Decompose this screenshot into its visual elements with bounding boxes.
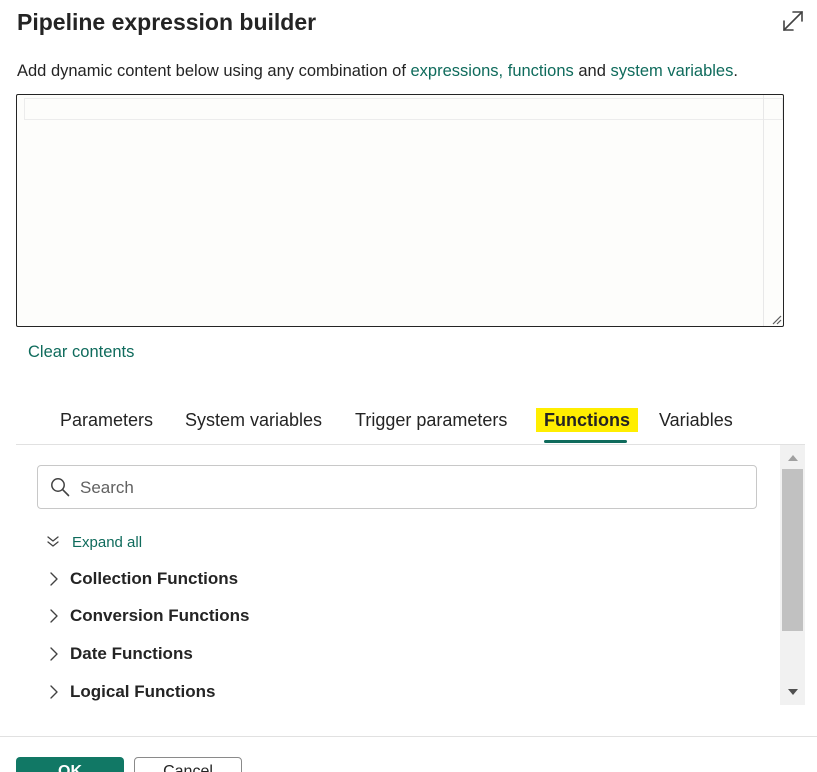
tab-label: Trigger parameters: [355, 410, 508, 430]
tree-item-label: Logical Functions: [70, 682, 216, 701]
tab-trigger-parameters[interactable]: Trigger parameters: [355, 408, 507, 432]
tree-item-date-functions[interactable]: Date Functions: [48, 641, 193, 667]
chevron-right-icon: [50, 685, 58, 699]
tab-label: Parameters: [60, 410, 154, 430]
tab-label: Variables: [659, 410, 733, 430]
expand-all-button[interactable]: Expand all: [46, 531, 142, 553]
footer-divider: [0, 736, 817, 737]
tab-system-variables[interactable]: System variables: [185, 408, 322, 432]
search-box[interactable]: [37, 465, 757, 509]
expression-editor[interactable]: [16, 94, 784, 327]
active-tab-indicator: [544, 440, 627, 443]
system-variables-link[interactable]: system variables: [610, 62, 733, 80]
description-prefix: Add dynamic content below using any comb…: [17, 62, 411, 80]
expand-dialog-button[interactable]: [778, 6, 808, 36]
tab-functions[interactable]: Functions: [536, 408, 638, 432]
expand-diagonal-icon: [783, 11, 803, 31]
scrollbar-thumb[interactable]: [782, 469, 803, 631]
search-input[interactable]: [78, 472, 742, 504]
resize-handle-icon[interactable]: [770, 313, 782, 325]
expand-all-label: Expand all: [72, 533, 143, 551]
tree-item-conversion-functions[interactable]: Conversion Functions: [48, 603, 249, 629]
clear-contents-link[interactable]: Clear contents: [28, 341, 134, 363]
tree-item-collection-functions[interactable]: Collection Functions: [48, 566, 238, 592]
current-line-highlight: [24, 98, 783, 120]
functions-link[interactable]: functions: [508, 62, 574, 80]
expression-builder-dialog: Pipeline expression builder Add dynamic …: [0, 0, 817, 772]
chevron-right-icon: [50, 609, 58, 623]
tab-variables[interactable]: Variables: [659, 408, 733, 432]
expressions-link[interactable]: expressions,: [411, 62, 504, 80]
functions-panel: Expand all Collection Functions Conversi…: [16, 445, 805, 706]
chevron-right-icon: [50, 647, 58, 661]
tree-item-label: Conversion Functions: [70, 606, 250, 625]
ok-button[interactable]: OK: [16, 757, 124, 772]
search-icon: [51, 478, 70, 497]
chevron-right-icon: [50, 572, 58, 586]
tree-item-label: Date Functions: [70, 644, 193, 663]
triangle-down-icon: [787, 689, 798, 695]
dialog-description: Add dynamic content below using any comb…: [17, 60, 738, 82]
tab-parameters[interactable]: Parameters: [60, 408, 153, 432]
description-middle: and: [573, 62, 611, 80]
scroll-up-button[interactable]: [780, 447, 805, 469]
tree-item-logical-functions[interactable]: Logical Functions: [48, 679, 215, 705]
cancel-button[interactable]: Cancel: [134, 757, 242, 772]
description-suffix: .: [733, 62, 738, 80]
tree-item-label: Collection Functions: [70, 569, 239, 588]
dialog-title: Pipeline expression builder: [17, 9, 317, 35]
double-chevron-down-icon: [47, 536, 59, 547]
tab-bar: Parameters System variables Trigger para…: [16, 396, 805, 445]
tab-label: System variables: [185, 410, 323, 430]
editor-scroll-track: [763, 95, 764, 326]
panel-scrollbar[interactable]: [780, 445, 805, 705]
tab-label: Functions: [536, 408, 638, 432]
triangle-up-icon: [787, 455, 798, 461]
scroll-down-button[interactable]: [780, 681, 805, 703]
